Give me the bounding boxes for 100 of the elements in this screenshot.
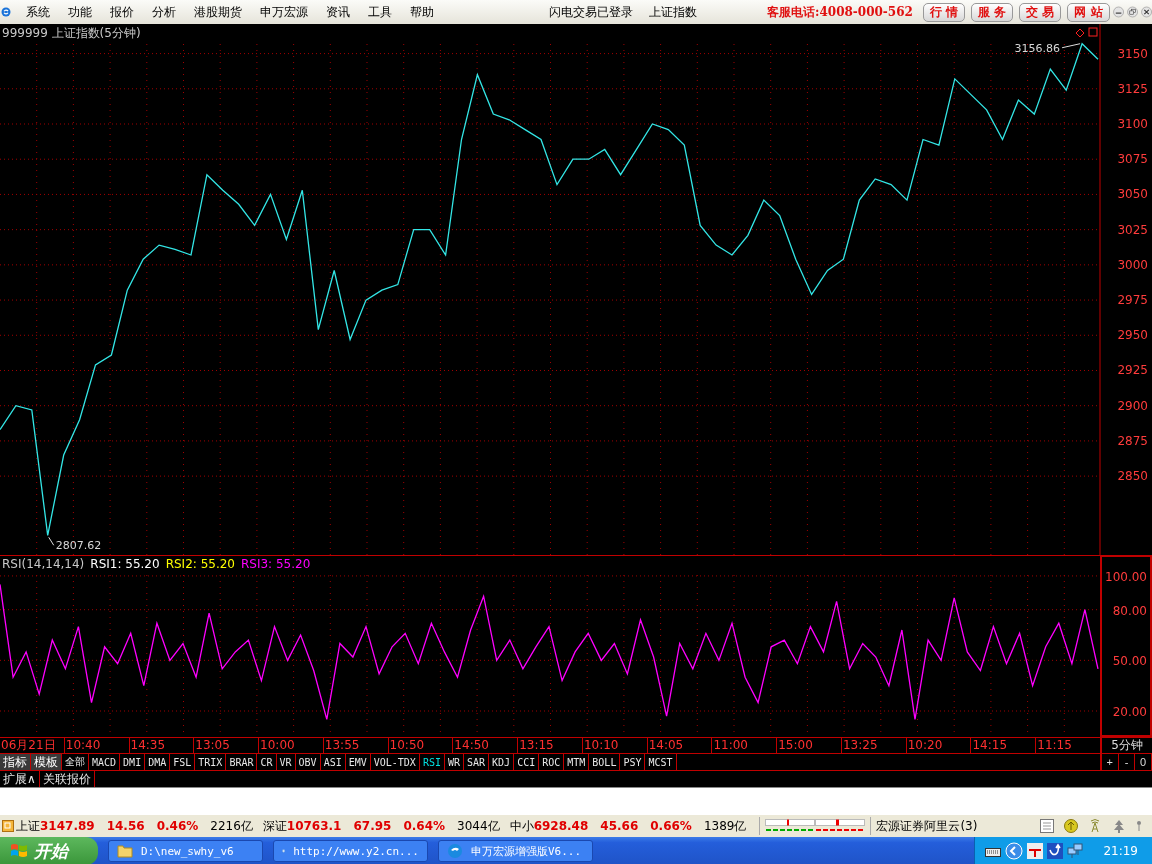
nav-button[interactable]: 服 务	[971, 2, 1014, 22]
app-logo-icon	[447, 843, 463, 859]
hook-icon[interactable]	[1047, 843, 1064, 859]
axis-label: 3000	[1117, 257, 1148, 272]
chart-title: 999999 上证指数(5分钟)	[2, 25, 141, 42]
axis-label: 2875	[1117, 433, 1148, 448]
tree-icon[interactable]	[1112, 819, 1126, 833]
nav-button[interactable]: 行 情	[922, 2, 966, 22]
folder-icon	[117, 844, 133, 858]
legend-label: RSI(14,14,14)	[2, 557, 85, 571]
market-value: 10763.1	[286, 819, 342, 833]
keyboard-icon[interactable]	[985, 845, 1002, 857]
diamond-icon[interactable]	[1075, 28, 1085, 38]
indicator-tab[interactable]: MTM	[564, 754, 590, 770]
time-label: 14:15	[970, 738, 1036, 753]
market-change: 67.95	[353, 819, 392, 833]
indicator-tab[interactable]: TRIX	[195, 754, 227, 770]
time-label: 10:10	[581, 738, 647, 753]
indicator-tab[interactable]: DMI	[120, 754, 146, 770]
time-label: 14:50	[452, 738, 518, 753]
menu-item[interactable]: 资讯	[317, 3, 359, 21]
low-price-label: 2807.62	[55, 539, 102, 553]
axis-label: 50.00	[1112, 654, 1147, 669]
coin-icon[interactable]	[1064, 819, 1078, 833]
market-value: 3147.89	[40, 819, 95, 833]
panel-tab[interactable]: 扩展∧	[0, 771, 40, 787]
notepad-icon[interactable]	[1040, 819, 1054, 833]
taskbar-button[interactable]: D:\new_swhy_v6	[108, 840, 263, 862]
axis-label: 3150	[1117, 46, 1148, 61]
high-price-label: 3156.86	[1014, 41, 1061, 55]
time-label: 11:00	[711, 738, 777, 753]
sell-meter-icon	[815, 819, 866, 833]
antenna-icon[interactable]	[1088, 819, 1102, 833]
pin-icon[interactable]	[1136, 819, 1142, 833]
market-icon	[2, 820, 14, 832]
axis-label: 3100	[1117, 117, 1148, 131]
time-label: 06月21日	[0, 738, 57, 753]
indicator-tab[interactable]: 全部	[62, 754, 89, 770]
time-label: 13:15	[517, 738, 582, 753]
menu-item[interactable]: 系统	[17, 3, 59, 21]
menu-item[interactable]: 港股期货	[185, 3, 251, 21]
cross-icon[interactable]	[1027, 843, 1044, 859]
axis-label: 80.00	[1112, 603, 1147, 618]
login-status: 闪电交易已登录	[549, 3, 633, 21]
clock: 21:19	[1103, 844, 1138, 858]
legend-label: RSI3: 55.20	[241, 557, 311, 571]
market-percent: 0.66%	[650, 819, 692, 833]
market-percent: 0.64%	[403, 819, 446, 833]
menu-item[interactable]: 工具	[359, 3, 401, 21]
time-label: 14:05	[646, 738, 712, 753]
indicator-tab[interactable]: CCI	[514, 754, 540, 770]
time-label: 15:00	[776, 738, 841, 753]
indicator-tab[interactable]: DMA	[145, 754, 171, 770]
axis-label: 3125	[1117, 81, 1148, 96]
axis-label: 20.00	[1112, 705, 1147, 719]
indicator-tab[interactable]: SAR	[464, 754, 490, 770]
time-label: 13:05	[193, 738, 259, 753]
time-label: 13:55	[322, 738, 388, 753]
taskbar-button[interactable]: http://www.y2.cn...	[273, 840, 428, 862]
menu-item[interactable]: 功能	[59, 3, 101, 21]
market-change: 14.56	[106, 819, 145, 833]
axis-label: 2850	[1117, 469, 1148, 484]
indicator-tab[interactable]: ROC	[539, 754, 565, 770]
market-volume: 2216亿	[210, 817, 253, 835]
axis-label: 100.00	[1105, 569, 1147, 584]
time-label: 10:50	[387, 738, 453, 753]
taskbar-button[interactable]: 申万宏源增强版V6...	[438, 840, 593, 862]
nav-button[interactable]: 网 站	[1067, 2, 1110, 22]
time-label: 10:20	[905, 738, 971, 753]
indicator-tab[interactable]: 模板	[31, 754, 62, 770]
menu-item[interactable]: 帮助	[401, 3, 443, 21]
menu-item[interactable]: 报价	[101, 3, 143, 21]
window-icon[interactable]	[1088, 27, 1098, 37]
axis-label: 2925	[1117, 363, 1148, 378]
indicator-tab[interactable]: MCST	[645, 754, 677, 770]
time-label: 10:00	[258, 738, 323, 753]
axis-label: 3050	[1117, 187, 1148, 202]
buy-meter-icon	[765, 819, 816, 833]
nav-button[interactable]: 交 易	[1019, 2, 1062, 22]
hotline-text: 客服电话:4008-000-562	[767, 3, 913, 21]
menu-item[interactable]: 分析	[143, 3, 185, 21]
network-icon[interactable]	[1067, 843, 1084, 859]
market-change: 45.66	[600, 819, 639, 833]
market-volume: 3044亿	[457, 817, 500, 835]
menu-item[interactable]: 申万宏源	[251, 3, 317, 21]
market-name: 上证	[16, 817, 40, 835]
axis-label: 2975	[1117, 293, 1148, 308]
time-label: 11:15	[1035, 738, 1100, 753]
axis-label: 3025	[1117, 222, 1148, 237]
legend-label: RSI2: 55.20	[165, 557, 235, 571]
indicator-tab[interactable]: 指标	[0, 754, 31, 770]
leader-line	[48, 536, 55, 546]
market-percent: 0.46%	[156, 819, 199, 833]
time-label: 10:40	[63, 738, 129, 753]
market-name: 深证	[262, 817, 287, 835]
legend-label: RSI1: 55.20	[90, 557, 160, 571]
time-label: 14:35	[128, 738, 194, 753]
indicator-tab[interactable]: KDJ	[489, 754, 515, 770]
indicator-tab[interactable]: MACD	[89, 754, 121, 770]
time-label: 13:25	[840, 738, 906, 753]
